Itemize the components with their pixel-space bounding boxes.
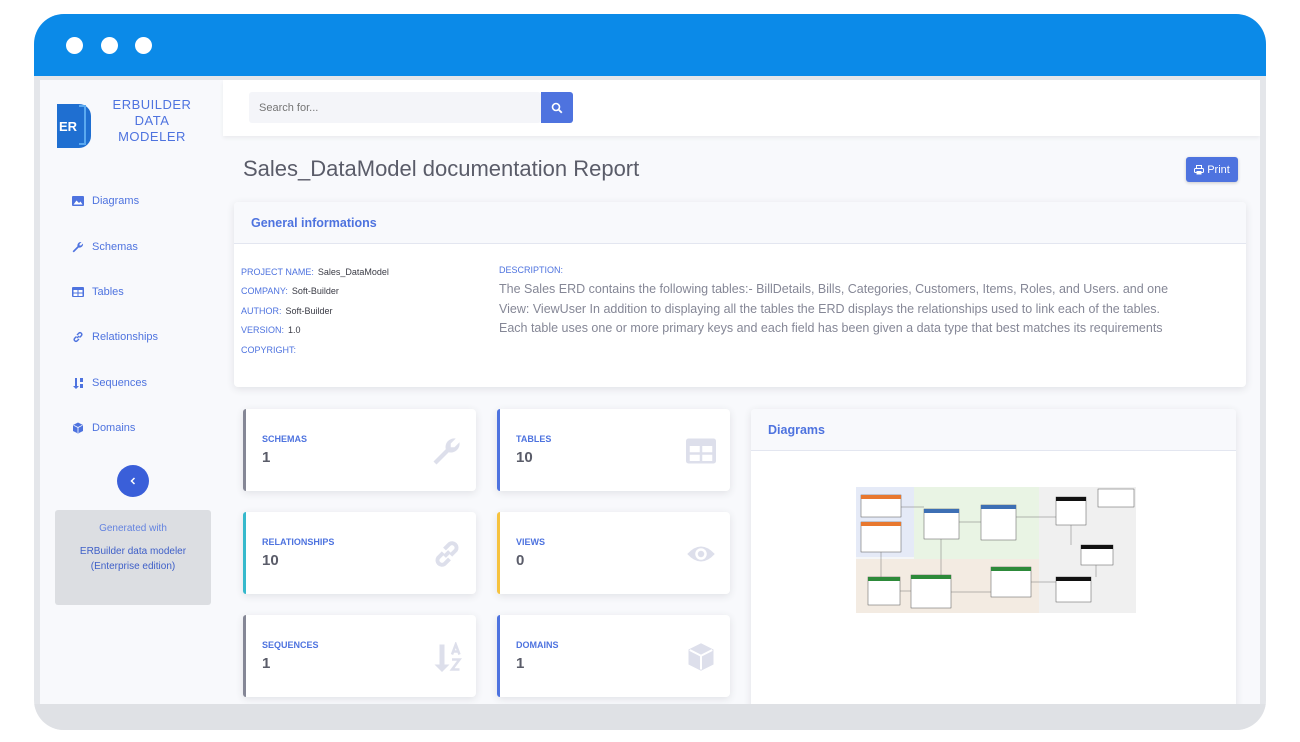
generated-product-link[interactable]: ERBuilder data modeler (Enterprise editi… [55, 544, 211, 574]
diagrams-card: Diagrams [751, 409, 1236, 706]
sidebar-item-tables[interactable]: Tables [72, 282, 124, 302]
stat-value: 1 [262, 449, 271, 466]
topbar [223, 80, 1260, 136]
stat-accent-bar [243, 615, 246, 697]
app-screen: ER ERBUILDER DATA MODELER Diagrams Schem… [40, 80, 1260, 706]
generated-with-label: Generated with [99, 523, 167, 534]
stat-card-tables[interactable]: TABLES 10 [497, 409, 730, 491]
general-info-card: General informations PROJECT NAME: Sales… [234, 202, 1246, 387]
svg-text:ER: ER [59, 119, 78, 134]
stat-value: 10 [516, 449, 533, 466]
copyright-label: COPYRIGHT: [241, 345, 297, 355]
sidebar-item-label: Diagrams [92, 195, 140, 207]
stat-card-domains[interactable]: DOMAINS 1 [497, 615, 730, 697]
diagrams-title: Diagrams [751, 409, 1236, 451]
page-title: Sales_DataModel documentation Report [243, 156, 640, 181]
project-name-value: Sales_DataModel [317, 267, 389, 277]
print-label: Print [1207, 163, 1230, 176]
stat-accent-bar [497, 615, 500, 697]
table-icon [72, 287, 84, 297]
stat-label: SCHEMAS [262, 434, 308, 444]
project-name-label: PROJECT NAME: [241, 267, 314, 277]
company-label: COMPANY: [241, 286, 288, 296]
sidebar-item-label: Domains [92, 422, 136, 434]
browser-window: ER ERBUILDER DATA MODELER Diagrams Schem… [34, 14, 1266, 730]
eye-icon [687, 546, 715, 562]
stat-card-schemas[interactable]: SCHEMAS 1 [243, 409, 476, 491]
stat-label: RELATIONSHIPS [262, 537, 335, 547]
version-row: VERSION: 1.0 [241, 325, 301, 335]
sort-icon [73, 378, 83, 389]
window-titlebar [34, 14, 1266, 76]
copyright-row: COPYRIGHT: [241, 345, 296, 355]
erbuilder-logo[interactable]: ER [53, 100, 95, 150]
stat-label: SEQUENCES [262, 640, 319, 650]
stat-card-views[interactable]: VIEWS 0 [497, 512, 730, 594]
stat-accent-bar [497, 512, 500, 594]
sidebar-item-schemas[interactable]: Schemas [72, 237, 138, 257]
sidebar: ER ERBUILDER DATA MODELER Diagrams Schem… [40, 80, 223, 706]
stat-label: VIEWS [516, 537, 546, 547]
stat-value: 1 [516, 655, 525, 672]
window-bottom-bezel [34, 704, 1266, 730]
sidebar-toggle-button[interactable] [117, 465, 149, 497]
stat-value: 10 [262, 552, 279, 569]
chevron-left-icon [130, 477, 136, 485]
wrench-icon [72, 241, 84, 253]
description-text: The Sales ERD contains the following tab… [499, 282, 1169, 335]
window-dot-maximize[interactable] [135, 37, 152, 54]
version-label: VERSION: [241, 325, 285, 335]
cube-icon [73, 422, 83, 434]
stat-label: TABLES [516, 434, 552, 444]
stat-card-sequences[interactable]: SEQUENCES 1 [243, 615, 476, 697]
general-info-title: General informations [234, 202, 1246, 244]
printer-icon [1194, 164, 1205, 174]
author-row: AUTHOR: Soft-Builder [241, 306, 333, 316]
version-value: 1.0 [288, 325, 301, 335]
link-icon [73, 332, 83, 342]
print-button[interactable]: Print [1186, 157, 1238, 182]
sidebar-item-label: Tables [92, 286, 124, 298]
stat-value: 1 [262, 655, 271, 672]
author-label: AUTHOR: [241, 306, 282, 316]
sidebar-item-relationships[interactable]: Relationships [72, 327, 158, 347]
company-value: Soft-Builder [291, 286, 339, 296]
generated-with-panel: Generated with ERBuilder data modeler (E… [55, 510, 211, 605]
author-value: Soft-Builder [285, 306, 333, 316]
description-label: DESCRIPTION: [499, 265, 564, 275]
search-button[interactable] [541, 92, 573, 123]
stat-value: 0 [516, 552, 525, 569]
sort-alpha-icon [434, 642, 462, 672]
link-icon [435, 541, 459, 567]
sidebar-item-sequences[interactable]: Sequences [72, 373, 147, 393]
erd-diagram-thumbnail[interactable] [856, 487, 1136, 613]
table-icon [686, 438, 716, 464]
sidebar-item-domains[interactable]: Domains [72, 418, 135, 438]
sidebar-item-label: Schemas [92, 241, 138, 253]
window-dot-minimize[interactable] [101, 37, 118, 54]
cube-icon [688, 643, 714, 671]
window-dot-close[interactable] [66, 37, 83, 54]
sidebar-item-label: Sequences [92, 377, 148, 389]
wrench-icon [433, 438, 460, 465]
search-icon [551, 102, 563, 113]
stat-card-relationships[interactable]: RELATIONSHIPS 10 [243, 512, 476, 594]
stat-label: DOMAINS [516, 640, 559, 650]
project-name-row: PROJECT NAME: Sales_DataModel [241, 267, 389, 277]
search-input[interactable] [249, 92, 541, 123]
sidebar-item-diagrams[interactable]: Diagrams [72, 191, 139, 211]
image-icon [72, 196, 84, 206]
stat-accent-bar [497, 409, 500, 491]
stat-accent-bar [243, 512, 246, 594]
company-row: COMPANY: Soft-Builder [241, 286, 339, 296]
stat-accent-bar [243, 409, 246, 491]
logo-text: ERBUILDER DATA MODELER [112, 97, 192, 144]
sidebar-item-label: Relationships [92, 331, 159, 343]
